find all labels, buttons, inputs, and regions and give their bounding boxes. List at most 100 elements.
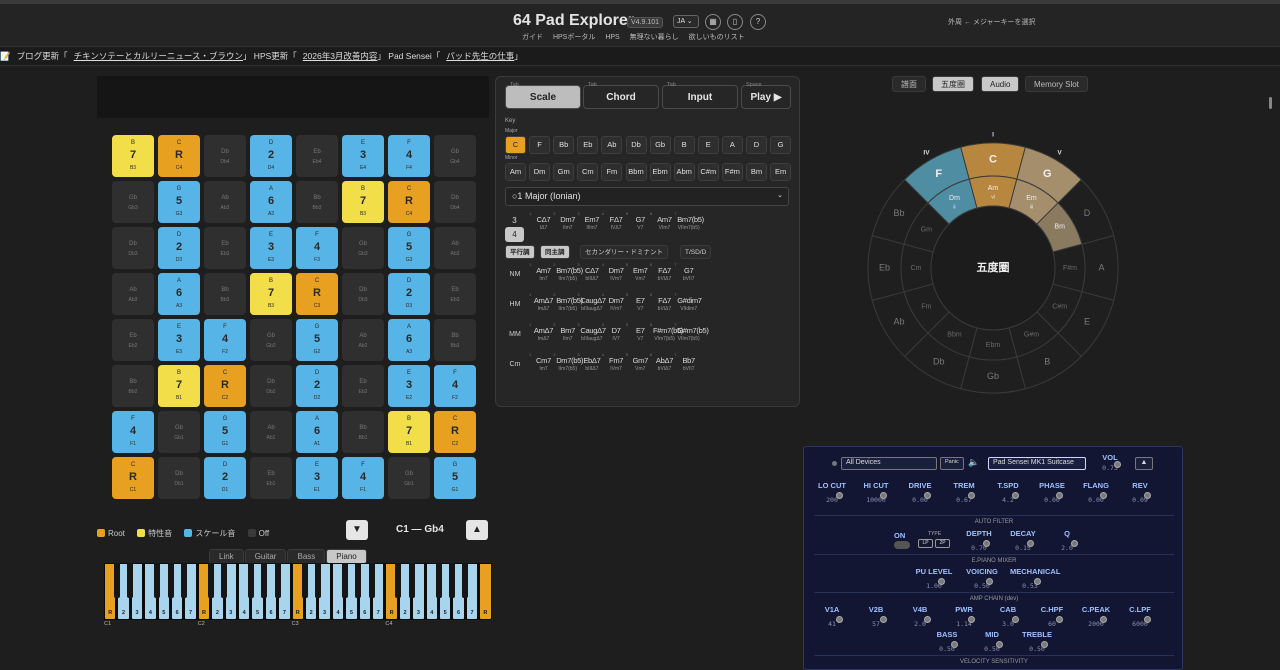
volume-knob[interactable]: VOL 0.73 — [1090, 453, 1130, 472]
piano-white-key[interactable]: R — [479, 563, 492, 620]
pad[interactable]: Ab Ab3 — [204, 181, 246, 223]
synth-knob[interactable]: V4B 2.0 — [900, 605, 940, 628]
pad[interactable]: A 6 A3 — [158, 273, 200, 315]
secondary-dominant-button[interactable]: セカンダリー・ドミナント — [580, 245, 668, 259]
pad[interactable]: Gb Gb4 — [434, 135, 476, 177]
synth-knob[interactable]: PHASE 0.00 — [1032, 481, 1072, 504]
pad[interactable]: F 4 F1 — [342, 457, 384, 499]
knob-handle[interactable] — [880, 492, 887, 499]
pad[interactable]: Eb Eb3 — [204, 227, 246, 269]
chord-cell[interactable]: 2 Bm7(b5) IIm7(b5) — [553, 292, 583, 319]
piano-black-key[interactable] — [448, 563, 455, 598]
knob-handle[interactable] — [983, 540, 990, 547]
chord-cell[interactable]: 1 Am7 Im7 — [529, 262, 555, 289]
chord-cell[interactable]: 4 D7 IV7 — [602, 322, 628, 349]
tab-bass[interactable]: Bass — [287, 549, 326, 564]
chord-cell[interactable]: 5 E7 V7 — [626, 292, 652, 319]
speaker-icon[interactable]: 🔈 — [968, 457, 979, 468]
chord-cell[interactable]: 1 CΔ7 IΔ7 — [529, 211, 555, 238]
pad[interactable]: C R C4 — [158, 135, 200, 177]
synth-knob[interactable]: PU LEVEL 1.00 — [914, 567, 954, 590]
tab-scale[interactable]: Tab Scale — [505, 82, 581, 109]
pad[interactable]: F 4 F3 — [296, 227, 338, 269]
piano-black-key[interactable] — [341, 563, 348, 598]
pad[interactable]: Gb Gb3 — [112, 181, 154, 223]
language-select[interactable]: JA ⌄ — [673, 15, 699, 28]
piano-black-key[interactable] — [395, 563, 402, 598]
pad[interactable]: G 5 G2 — [296, 319, 338, 361]
pad[interactable]: E 3 E1 — [296, 457, 338, 499]
pad[interactable]: C R C4 — [388, 181, 430, 223]
chord-cell[interactable]: 6 F#m7(b5) VIm7(b5) — [650, 322, 683, 349]
pad[interactable]: B 7 B3 — [112, 135, 154, 177]
pad[interactable]: E 3 E3 — [158, 319, 200, 361]
pad[interactable]: C R C1 — [112, 457, 154, 499]
knob-handle[interactable] — [1041, 641, 1048, 648]
tab-guitar[interactable]: Guitar — [244, 549, 287, 564]
news-link-2[interactable]: 2026年3月改善内容 — [303, 51, 378, 61]
function-button[interactable]: T/SD/D — [680, 245, 712, 259]
synth-knob[interactable]: PWR 1.14 — [944, 605, 984, 628]
pad[interactable]: Db Db3 — [112, 227, 154, 269]
pad[interactable]: B 7 B3 — [250, 273, 292, 315]
major-key-d[interactable]: D — [746, 136, 767, 154]
relative-key-button[interactable]: 平行調 — [505, 245, 535, 259]
major-key-c[interactable]: C — [505, 136, 526, 154]
knob-handle[interactable] — [968, 616, 975, 623]
synth-knob[interactable]: C.LPF 6000 — [1120, 605, 1160, 628]
piano-black-key[interactable] — [274, 563, 281, 598]
synth-knob[interactable]: T.SPD 4.2 — [988, 481, 1028, 504]
link-hps[interactable]: HPS — [605, 34, 619, 41]
chord-cell[interactable]: 1 Cm7 Im7 — [529, 352, 555, 379]
chord-cell[interactable]: 3 EbΔ7 bIIIΔ7 — [577, 352, 603, 379]
piano-black-key[interactable] — [261, 563, 268, 598]
synth-knob[interactable]: MECHANICAL 0.53 — [1010, 567, 1060, 590]
pad[interactable]: Gb Gb1 — [388, 457, 430, 499]
chord-cell[interactable]: 6 FΔ7 bVIΔ7 — [650, 292, 676, 319]
news-link-1[interactable]: チキンソテーとカルリーニュース・ブラウン — [74, 51, 243, 61]
knob-handle[interactable] — [924, 616, 931, 623]
pad[interactable]: G 5 G3 — [388, 227, 430, 269]
scale-select[interactable]: ○1 Major (Ionian) ⌄ — [505, 187, 789, 206]
pad[interactable]: Db Db4 — [204, 135, 246, 177]
link-wishlist[interactable]: 欲しいものリスト — [689, 34, 745, 41]
play-button[interactable]: Space Play ▶ — [741, 82, 791, 109]
triad-button[interactable]: 3 — [505, 213, 524, 228]
pad[interactable]: Gb Gb1 — [158, 411, 200, 453]
synth-knob[interactable]: C.HPF 60 — [1032, 605, 1072, 628]
synth-knob[interactable]: FLANG 0.00 — [1076, 481, 1116, 504]
piano-black-key[interactable] — [247, 563, 254, 598]
major-key-e[interactable]: E — [697, 136, 719, 154]
pad[interactable]: Eb Eb3 — [434, 273, 476, 315]
octave-up-button[interactable]: ▲ — [466, 520, 488, 540]
pad[interactable]: E 3 E3 — [250, 227, 292, 269]
major-key-g[interactable]: G — [770, 136, 792, 154]
pad[interactable]: Ab Ab2 — [342, 319, 384, 361]
pad[interactable]: F 4 F4 — [388, 135, 430, 177]
news-link-3[interactable]: パッド先生の仕事 — [446, 51, 514, 61]
pad[interactable]: C R C3 — [296, 273, 338, 315]
piano-black-key[interactable] — [113, 563, 120, 598]
synth-knob[interactable]: BASS 0.50 — [927, 630, 967, 653]
pad[interactable]: G 5 G1 — [434, 457, 476, 499]
2p-button[interactable]: 2P — [935, 539, 950, 548]
synth-knob[interactable]: TREBLE 0.50 — [1017, 630, 1057, 653]
minor-key-am[interactable]: Am — [505, 163, 526, 181]
knob-handle[interactable] — [1144, 616, 1151, 623]
chord-cell[interactable]: 6 FΔ7 bVIΔ7 — [650, 262, 676, 289]
knob-handle[interactable] — [938, 578, 945, 585]
pad[interactable]: E 3 E4 — [342, 135, 384, 177]
tab-circle-of-fifths[interactable]: 五度圏 — [932, 76, 974, 92]
synth-knob[interactable]: C.PEAK 2000 — [1076, 605, 1116, 628]
knob-handle[interactable] — [836, 492, 843, 499]
piano-black-key[interactable] — [154, 563, 161, 598]
knob-handle[interactable] — [951, 641, 958, 648]
minor-key-ebm[interactable]: Ebm — [649, 163, 671, 181]
tab-audio[interactable]: Audio — [981, 76, 1020, 92]
piano-black-key[interactable] — [301, 563, 308, 598]
chord-cell[interactable]: 6 AbΔ7 bVIΔ7 — [650, 352, 676, 379]
knob-handle[interactable] — [986, 578, 993, 585]
piano-black-key[interactable] — [167, 563, 174, 598]
knob-handle[interactable] — [1071, 540, 1078, 547]
major-key-b[interactable]: B — [673, 136, 695, 154]
